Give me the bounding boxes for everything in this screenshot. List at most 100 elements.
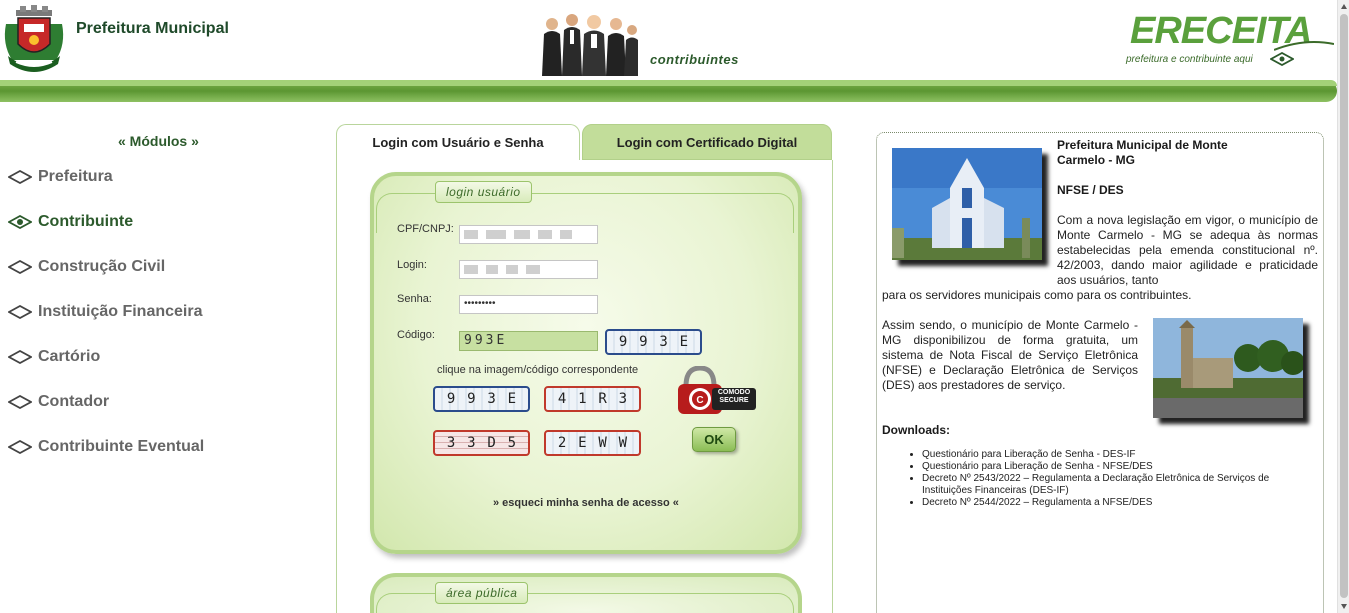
eye-icon [8,440,32,454]
menu-item-contribuinte[interactable]: Contribuinte [8,213,133,231]
menu-item-contribuinte-eventual[interactable]: Contribuinte Eventual [8,438,204,456]
captcha-char: R [598,391,607,407]
captcha-char: 9 [618,334,628,350]
downloads-list: Questionário para Liberação de Senha - D… [922,449,1317,509]
captcha-char: 3 [467,435,476,451]
menu-item-contador[interactable]: Contador [8,393,109,411]
info-paragraph-2: Assim sendo, o município de Monte Carmel… [882,318,1138,392]
redacted-value [526,264,540,274]
captcha-char: 2 [557,435,567,451]
menu-item-label: Contribuinte Eventual [38,438,205,455]
eye-icon [1270,52,1294,66]
captcha-hint: clique na imagem/código correspondente [437,364,639,376]
redacted-value [560,229,572,239]
forgot-password-link[interactable]: » esqueci minha senha de acesso « [493,497,679,509]
contribuintes-label: contribuintes [650,52,739,67]
captcha-char: 3 [618,391,628,407]
codigo-label: Código: [397,329,435,341]
info-paragraph-1: Com a nova legislação em vigor, o municí… [1057,213,1318,287]
captcha-text: 2EWW [552,435,633,451]
senha-label: Senha: [397,293,432,305]
download-item[interactable]: Decreto Nº 2544/2022 – Regulamenta a NFS… [922,497,1317,509]
redacted-value [464,264,478,274]
menu-item-construcao-civil[interactable]: Construção Civil [8,258,165,276]
captcha-text: 33D5 [441,435,522,451]
codigo-input[interactable]: 993E [459,331,598,351]
tab-login-usuario-senha[interactable]: Login com Usuário e Senha [336,124,580,160]
business-people-image [542,14,638,76]
coat-of-arms-icon [4,5,64,72]
captcha-char: 3 [446,435,456,451]
captcha-option-2[interactable]: 41R3 [544,386,641,412]
info-paragraph-1-tail: para os servidores municipais como para … [882,288,1192,302]
redacted-value [538,229,552,239]
scroll-up-arrow-icon[interactable] [1341,4,1347,9]
info-subtitle: NFSE / DES [1057,183,1124,197]
town-photo [1153,318,1303,418]
menu-item-label: Contador [38,393,110,410]
church-photo [892,148,1042,260]
captcha-text: 993E [441,391,522,407]
menu-item-instituicao-financeira[interactable]: Instituição Financeira [8,303,202,321]
ereceita-logo[interactable]: ERECEITA prefeitura e contribuinte aqui [1124,6,1334,72]
captcha-char: E [679,334,689,350]
login-label: Login: [397,259,427,271]
menu-item-label: Construção Civil [38,258,166,275]
captcha-char: 3 [659,334,668,350]
redacted-value [514,229,530,239]
download-link[interactable]: Decreto Nº 2544/2022 – Regulamenta a NFS… [922,497,1152,508]
captcha-char: 4 [557,391,567,407]
captcha-option-3[interactable]: 33D5 [433,430,530,456]
download-item[interactable]: Questionário para Liberação de Senha - D… [922,449,1317,461]
login-usuario-label: login usuário [435,181,532,203]
menu-item-label: Prefeitura [38,168,113,185]
captcha-char: E [507,391,517,407]
eye-icon [8,305,32,319]
cpf-cnpj-input[interactable] [459,225,598,244]
eye-icon [8,170,32,184]
login-input[interactable] [459,260,598,279]
menu-item-label: Instituição Financeira [38,303,203,320]
captcha-char: 3 [487,391,496,407]
scrollbar-thumb[interactable] [1340,14,1348,598]
eye-icon [8,260,32,274]
info-title: Prefeitura Municipal de Monte Carmelo - … [1057,138,1228,167]
captcha-char: 5 [507,435,517,451]
senha-input[interactable]: ••••••••• [459,295,598,314]
header: Prefeitura Municipal contribuintes ERECE… [0,0,1349,80]
eye-icon [8,350,32,364]
ereceita-tagline: prefeitura e contribuinte aqui [1126,54,1253,65]
menu-item-cartorio[interactable]: Cartório [8,348,100,366]
captcha-char: 9 [446,391,456,407]
vertical-scrollbar[interactable] [1337,0,1349,613]
redacted-value [464,229,478,239]
logo-swoosh-icon [1274,41,1334,51]
download-item[interactable]: Questionário para Liberação de Senha - N… [922,461,1317,473]
tab-login-certificado-digital[interactable]: Login com Certificado Digital [582,124,832,160]
header-green-band [0,80,1337,102]
download-link[interactable]: Questionário para Liberação de Senha - N… [922,461,1153,472]
redacted-value [486,229,506,239]
captcha-char: W [618,435,628,451]
menu-item-label: Contribuinte [38,213,134,230]
download-link[interactable]: Decreto Nº 2543/2022 – Regulamenta a Dec… [922,473,1269,496]
download-item[interactable]: Decreto Nº 2543/2022 – Regulamenta a Dec… [922,473,1317,497]
captcha-char: 1 [578,391,587,407]
captcha-char: 9 [639,334,648,350]
modules-title: « Módulos » [118,133,199,149]
captcha-option-1[interactable]: 993E [433,386,530,412]
ok-button[interactable]: OK [692,427,736,452]
area-publica-label: área pública [435,582,529,604]
captcha-image-main[interactable]: 993E [605,329,702,355]
captcha-char: D [487,435,496,451]
menu-item-prefeitura[interactable]: Prefeitura [8,168,113,186]
download-link[interactable]: Questionário para Liberação de Senha - D… [922,449,1135,460]
captcha-char: 9 [467,391,476,407]
captcha-option-4[interactable]: 2EWW [544,430,641,456]
downloads-title: Downloads: [882,423,950,437]
scroll-down-arrow-icon[interactable] [1341,604,1347,609]
captcha-char: E [578,435,587,451]
captcha-text: 993E [613,334,694,350]
eye-icon [8,395,32,409]
comodo-badge-text: COMODO SECURE [717,389,751,404]
